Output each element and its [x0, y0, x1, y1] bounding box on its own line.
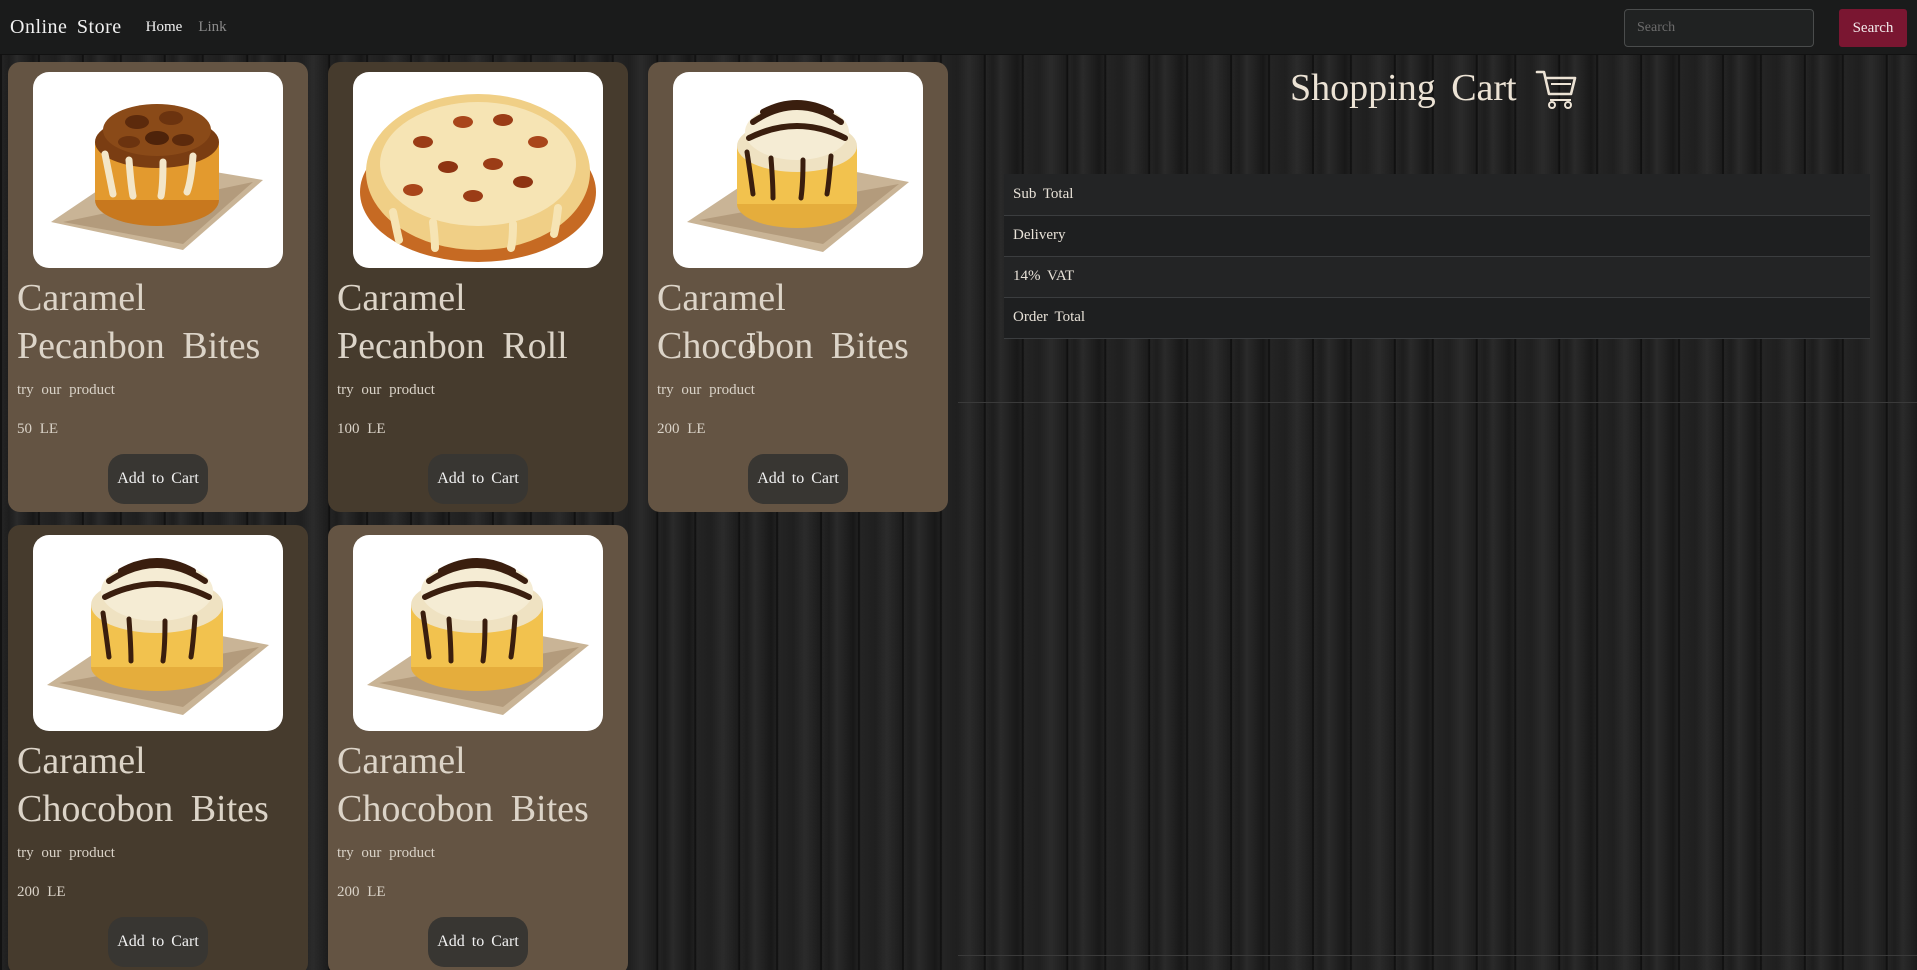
table-row: Delivery — [1004, 215, 1870, 257]
product-card: Caramel Pecanbon Bites try our product 5… — [8, 62, 308, 512]
product-card: Caramel Chocobon Bites try our product 2… — [8, 525, 308, 970]
product-description: try our product — [657, 382, 755, 398]
add-to-cart-button[interactable]: Add to Cart — [108, 917, 208, 967]
pecan-roll-glazed-image — [360, 94, 596, 262]
cart-summary-table: Sub Total Delivery 14% VAT Order Total — [1004, 174, 1870, 339]
add-to-cart-button[interactable]: Add to Cart — [748, 454, 848, 504]
product-card: Caramel Pecanbon Roll try our product 10… — [328, 62, 628, 512]
chocolate-roll-image — [47, 558, 269, 715]
divider — [958, 955, 1917, 956]
nav-link-home[interactable]: Home — [146, 19, 183, 36]
cart-header: Shopping Cart — [1290, 66, 1577, 110]
product-title: Caramel Chocobon Bites — [657, 277, 909, 367]
divider — [958, 402, 1917, 403]
search-input[interactable] — [1624, 9, 1814, 47]
add-to-cart-button[interactable]: Add to Cart — [428, 917, 528, 967]
pecan-roll-image — [51, 104, 263, 250]
search-form: Search — [1624, 9, 1907, 47]
chocolate-roll-image — [687, 100, 909, 252]
cart-row-order-total: Order Total — [1004, 297, 1870, 339]
product-image — [33, 72, 283, 268]
cart-title: Shopping Cart — [1290, 67, 1517, 109]
product-image — [33, 535, 283, 731]
chocolate-roll-image — [367, 558, 589, 715]
product-price: 200 LE — [337, 884, 386, 900]
product-card: Caramel Chocobon Bites try our product 2… — [648, 62, 948, 512]
cart-row-vat: 14% VAT — [1004, 256, 1870, 298]
nav-link-link[interactable]: Link — [198, 19, 226, 36]
product-price: 50 LE — [17, 421, 59, 437]
product-description: try our product — [337, 845, 435, 861]
product-title: Caramel Pecanbon Roll — [337, 277, 568, 367]
product-price: 200 LE — [657, 421, 706, 437]
product-title: Caramel Chocobon Bites — [337, 740, 589, 830]
cart-row-delivery: Delivery — [1004, 215, 1870, 257]
table-row: 14% VAT — [1004, 256, 1870, 298]
product-card: Caramel Chocobon Bites try our product 2… — [328, 525, 628, 970]
cart-icon — [1535, 70, 1576, 109]
navbar: Online Store Home Link Search — [0, 0, 1917, 55]
product-description: try our product — [17, 382, 115, 398]
product-price: 200 LE — [17, 884, 66, 900]
product-title: Caramel Chocobon Bites — [17, 740, 269, 830]
product-title: Caramel Pecanbon Bites — [17, 277, 261, 367]
table-row: Order Total — [1004, 297, 1870, 339]
brand-link[interactable]: Online Store — [10, 16, 122, 39]
product-price: 100 LE — [337, 421, 386, 437]
product-image — [353, 535, 603, 731]
text-cursor-icon — [747, 333, 755, 353]
add-to-cart-button[interactable]: Add to Cart — [108, 454, 208, 504]
add-to-cart-button[interactable]: Add to Cart — [428, 454, 528, 504]
product-image — [673, 72, 923, 268]
cart-row-subtotal: Sub Total — [1004, 174, 1870, 216]
search-button[interactable]: Search — [1839, 9, 1907, 47]
product-description: try our product — [337, 382, 435, 398]
table-row: Sub Total — [1004, 174, 1870, 216]
product-image — [353, 72, 603, 268]
product-description: try our product — [17, 845, 115, 861]
